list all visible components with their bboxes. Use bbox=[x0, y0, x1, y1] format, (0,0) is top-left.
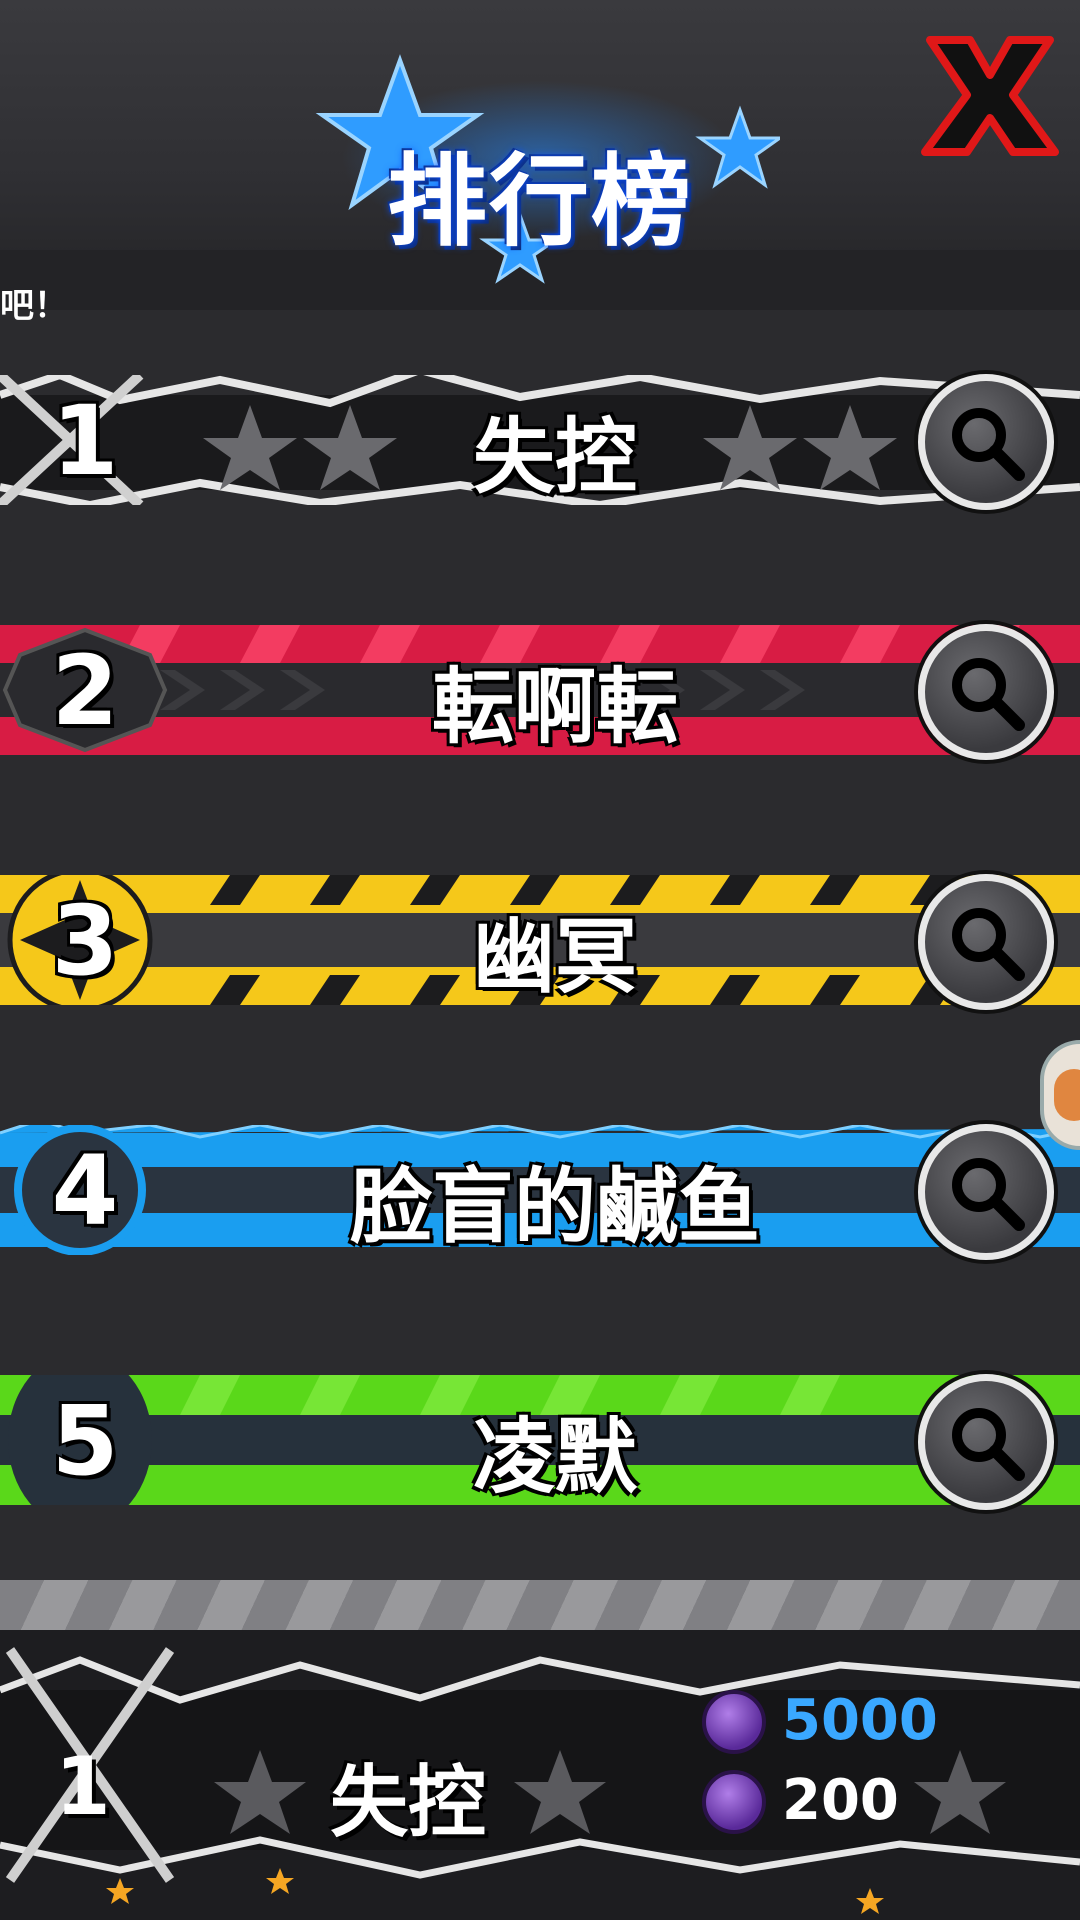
magnifier-icon bbox=[952, 658, 1025, 731]
gem-currency-icon bbox=[702, 1690, 766, 1754]
view-player-button[interactable] bbox=[918, 874, 1054, 1010]
leaderboard-row: 4 脸盲的鹹鱼 bbox=[0, 1080, 1080, 1300]
page-title: 排行榜 bbox=[387, 143, 693, 260]
leaderboard-row: 2 転啊転 bbox=[0, 580, 1080, 800]
side-tab-icon bbox=[1054, 1069, 1080, 1121]
leaderboard-row: 1 失控 bbox=[0, 330, 1080, 550]
view-player-button[interactable] bbox=[918, 1124, 1054, 1260]
view-player-button[interactable] bbox=[918, 624, 1054, 760]
view-player-button[interactable] bbox=[918, 374, 1054, 510]
my-player-name: 失控 bbox=[330, 1758, 487, 1848]
magnifier-icon bbox=[952, 408, 1025, 481]
view-player-button[interactable] bbox=[918, 1374, 1054, 1510]
leaderboard-row: 5 凌默 bbox=[0, 1330, 1080, 1550]
close-x-icon bbox=[921, 36, 1059, 156]
close-button[interactable] bbox=[915, 30, 1065, 160]
primary-currency-value: 5000 bbox=[782, 1688, 938, 1753]
token-currency-icon bbox=[702, 1770, 766, 1834]
magnifier-icon bbox=[952, 1408, 1025, 1481]
title-banner: 排行榜 bbox=[300, 40, 780, 290]
leaderboard-row: 3 幽冥 bbox=[0, 830, 1080, 1050]
hint-text: 吧！ bbox=[0, 286, 68, 326]
my-rank-panel: 1 失控 5000 200 bbox=[0, 1630, 1080, 1920]
my-rank-bar bbox=[0, 1647, 1080, 1914]
magnifier-icon bbox=[952, 908, 1025, 981]
secondary-currency-value: 200 bbox=[782, 1768, 899, 1833]
my-rank-number: 1 bbox=[55, 1740, 111, 1833]
list-divider bbox=[0, 1580, 1080, 1630]
magnifier-icon bbox=[952, 1158, 1025, 1231]
